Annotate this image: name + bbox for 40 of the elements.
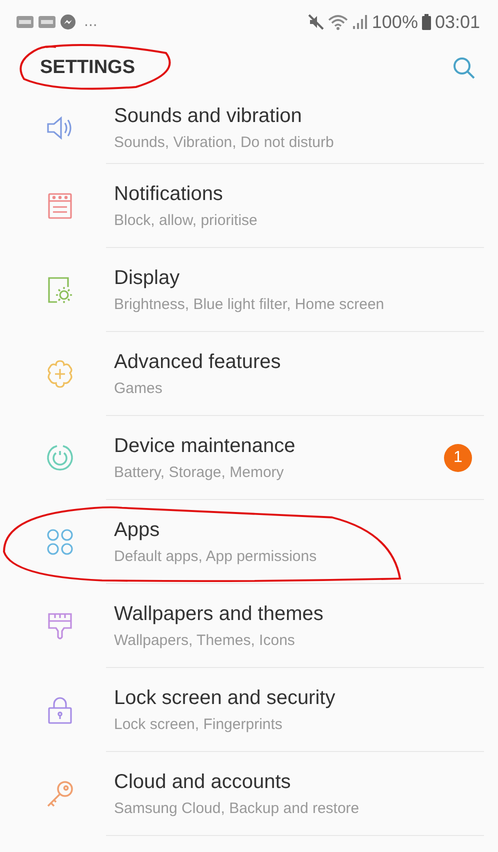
item-title: Cloud and accounts (114, 771, 292, 794)
item-subtitle: Brightness, Blue light filter, Home screen (114, 296, 386, 313)
settings-item[interactable]: Lock screen and security Lock screen, Fingerprints (0, 668, 498, 752)
item-subtitle: Sounds, Vibration, Do not disturb (114, 134, 335, 151)
item-title: Apps (114, 519, 161, 542)
signal-icon (352, 14, 368, 30)
more-notifications: ... (84, 13, 98, 31)
settings-item[interactable]: Advanced features Games (0, 332, 498, 416)
page-title: SETTINGS (40, 57, 136, 78)
item-title: Sounds and vibration (114, 105, 303, 128)
item-subtitle: Block, allow, prioritise (114, 212, 258, 229)
battery-icon (422, 14, 431, 30)
item-subtitle: Samsung Cloud, Backup and restore (114, 800, 360, 817)
notification-badge: 1 (444, 444, 472, 472)
item-subtitle: Wallpapers, Themes, Icons (114, 632, 296, 649)
item-subtitle: Default apps, App permissions (114, 548, 318, 565)
item-subtitle: Battery, Storage, Memory (114, 464, 285, 481)
search-icon[interactable] (452, 56, 476, 80)
item-title: Wallpapers and themes (114, 603, 324, 626)
item-title: Device maintenance (114, 435, 296, 458)
settings-item[interactable]: Wallpapers and themes Wallpapers, Themes, Icons (0, 584, 498, 668)
notification-icon (16, 15, 34, 29)
item-subtitle: Games (114, 380, 164, 397)
settings-item[interactable]: Notifications Block, allow, prioritise (0, 164, 498, 248)
item-title: Display (114, 267, 181, 290)
settings-item[interactable]: Device maintenance Battery, Storage, Memory 1 (0, 416, 498, 500)
clock: 03:01 (434, 12, 480, 32)
item-title: Notifications (114, 183, 224, 206)
wifi-icon (328, 14, 348, 30)
settings-item[interactable]: Sounds and vibration Sounds, Vibration, Do not disturb (0, 92, 498, 164)
settings-item[interactable]: Display Brightness, Blue light filter, Home screen (0, 248, 498, 332)
notification-icon (38, 15, 56, 29)
item-subtitle: Lock screen, Fingerprints (114, 716, 284, 733)
messenger-icon (60, 14, 76, 30)
settings-item[interactable]: Apps Default apps, App permissions (0, 500, 498, 584)
item-title: Advanced features (114, 351, 282, 374)
mute-icon (308, 14, 324, 30)
battery-percentage: 100% (372, 12, 418, 32)
item-title: Lock screen and security (114, 687, 336, 710)
settings-item[interactable]: Cloud and accounts Samsung Cloud, Backup and restore (0, 752, 498, 836)
